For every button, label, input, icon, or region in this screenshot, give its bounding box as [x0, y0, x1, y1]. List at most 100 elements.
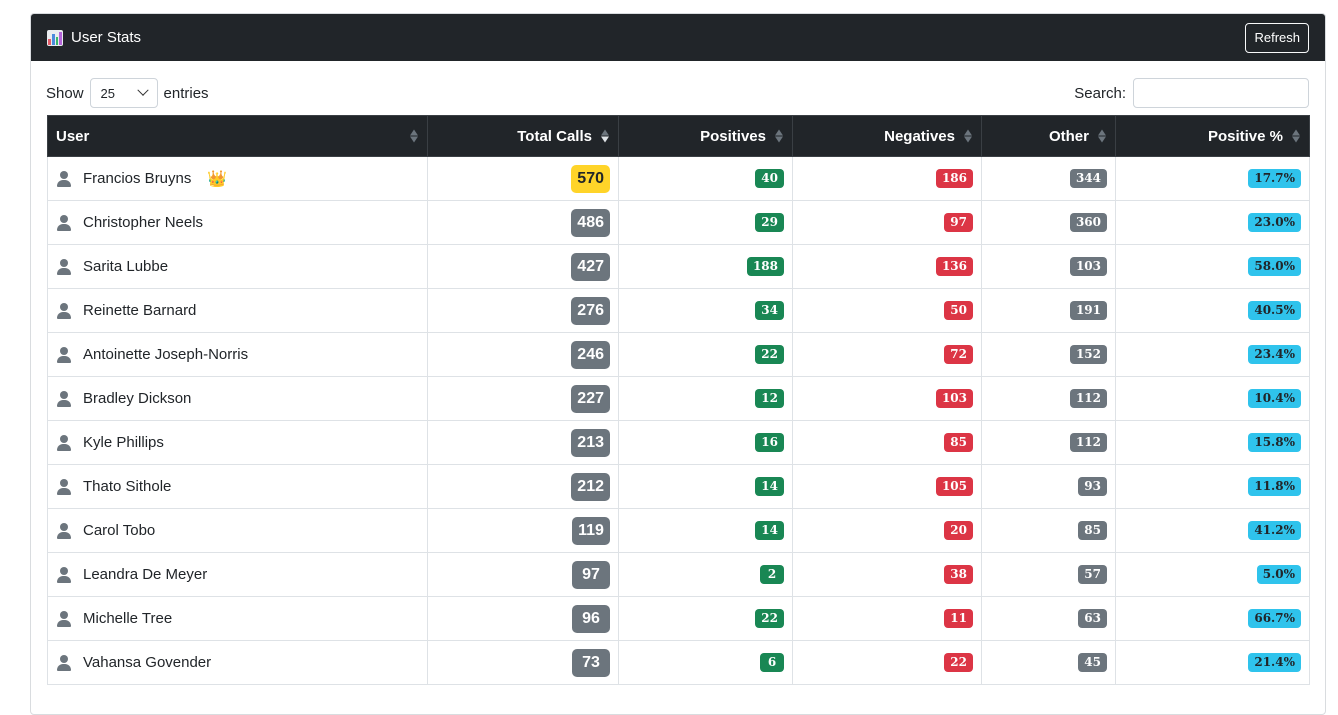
cell-user: Reinette Barnard — [47, 288, 428, 333]
search-input[interactable] — [1133, 78, 1309, 108]
positive-pct-badge: 11.8% — [1248, 477, 1301, 496]
person-icon — [57, 214, 71, 231]
user-name: Leandra De Meyer — [83, 566, 208, 583]
positive-pct-badge: 66.7% — [1248, 609, 1301, 628]
table-row: Michelle Tree 96 22 11 63 66.7% — [47, 596, 1310, 641]
person-icon — [57, 258, 71, 275]
user-cell: Francios Bruyns 👑 — [56, 169, 419, 189]
col-header-negatives[interactable]: Negatives — [792, 115, 982, 157]
table-toolbar: Show 25 entries Search: — [46, 77, 1309, 109]
chevron-down-icon — [136, 84, 149, 96]
col-header-total-calls[interactable]: Total Calls — [427, 115, 619, 157]
cell-positives: 22 — [618, 596, 793, 641]
user-stats-table: User Total Calls Positives Negatives Oth… — [47, 115, 1310, 685]
positive-pct-badge: 17.7% — [1248, 169, 1301, 188]
cell-user: Francios Bruyns 👑 — [47, 156, 428, 201]
card-title-wrap: User Stats — [47, 29, 141, 46]
cell-other: 360 — [981, 200, 1116, 245]
col-header-positive-pct[interactable]: Positive % — [1115, 115, 1310, 157]
cell-other: 191 — [981, 288, 1116, 333]
page-size-select[interactable]: 25 — [89, 78, 158, 108]
positives-badge: 16 — [755, 433, 784, 452]
user-cell: Thato Sithole — [56, 478, 419, 495]
cell-positive-pct: 66.7% — [1115, 596, 1310, 641]
cell-positives: 2 — [618, 552, 793, 597]
cell-user: Kyle Phillips — [47, 420, 428, 465]
table-row: Vahansa Govender 73 6 22 45 21.4% — [47, 640, 1310, 685]
cell-positive-pct: 10.4% — [1115, 376, 1310, 421]
cell-positives: 34 — [618, 288, 793, 333]
total-calls-badge: 427 — [571, 252, 610, 281]
negatives-badge: 103 — [935, 389, 973, 408]
cell-positives: 22 — [618, 332, 793, 377]
other-badge: 85 — [1078, 521, 1107, 540]
total-calls-badge: 119 — [572, 516, 610, 545]
cell-negatives: 50 — [792, 288, 982, 333]
person-icon — [57, 522, 71, 539]
col-header-positives[interactable]: Positives — [618, 115, 793, 157]
user-cell: Reinette Barnard — [56, 302, 419, 319]
user-name: Carol Tobo — [83, 522, 156, 539]
col-header-user[interactable]: User — [47, 115, 428, 157]
refresh-button[interactable]: Refresh — [1245, 22, 1309, 53]
cell-positives: 14 — [618, 464, 793, 509]
cell-user: Leandra De Meyer — [47, 552, 428, 597]
cell-negatives: 136 — [792, 244, 982, 289]
cell-positives: 14 — [618, 508, 793, 553]
positives-badge: 40 — [755, 169, 784, 188]
cell-total-calls: 486 — [427, 200, 619, 245]
crown-icon: 👑 — [207, 170, 228, 188]
total-calls-badge: 97 — [572, 560, 610, 589]
bar-chart-icon — [47, 29, 63, 46]
col-header-label: Other — [1048, 127, 1089, 145]
other-badge: 344 — [1069, 169, 1107, 188]
cell-negatives: 38 — [792, 552, 982, 597]
sort-icon — [1292, 129, 1300, 143]
user-name: Bradley Dickson — [83, 390, 192, 407]
cell-other: 112 — [981, 420, 1116, 465]
total-calls-badge: 246 — [571, 340, 610, 369]
cell-positives: 6 — [618, 640, 793, 685]
table-body: Francios Bruyns 👑 570 40 186 344 17.7% Christop… — [47, 156, 1310, 685]
positive-pct-badge: 40.5% — [1248, 301, 1301, 320]
total-calls-badge: 73 — [572, 648, 610, 677]
cell-other: 45 — [981, 640, 1116, 685]
positives-badge: 29 — [755, 213, 784, 232]
cell-user: Antoinette Joseph-Norris — [47, 332, 428, 377]
total-calls-badge: 212 — [571, 472, 610, 501]
cell-positive-pct: 23.4% — [1115, 332, 1310, 377]
col-header-other[interactable]: Other — [981, 115, 1116, 157]
sort-icon — [775, 129, 783, 143]
positive-pct-badge: 21.4% — [1248, 653, 1301, 672]
col-header-label: Negatives — [884, 127, 955, 145]
user-name: Christopher Neels — [83, 214, 204, 231]
cell-negatives: 72 — [792, 332, 982, 377]
col-header-label: Positive % — [1207, 127, 1283, 145]
positives-badge: 22 — [755, 345, 784, 364]
user-cell: Leandra De Meyer — [56, 566, 419, 583]
positive-pct-badge: 23.0% — [1248, 213, 1301, 232]
table-row: Leandra De Meyer 97 2 38 57 5.0% — [47, 552, 1310, 597]
positive-pct-badge: 15.8% — [1248, 433, 1301, 452]
positives-badge: 12 — [755, 389, 784, 408]
user-cell: Antoinette Joseph-Norris — [56, 346, 419, 363]
user-name: Reinette Barnard — [83, 302, 197, 319]
total-calls-badge: 96 — [572, 604, 610, 633]
person-icon — [57, 566, 71, 583]
cell-other: 63 — [981, 596, 1116, 641]
negatives-badge: 85 — [944, 433, 973, 452]
cell-negatives: 85 — [792, 420, 982, 465]
cell-total-calls: 96 — [427, 596, 619, 641]
negatives-badge: 11 — [944, 609, 973, 628]
cell-total-calls: 276 — [427, 288, 619, 333]
cell-total-calls: 427 — [427, 244, 619, 289]
user-name: Thato Sithole — [83, 478, 172, 495]
table-row: Bradley Dickson 227 12 103 112 10.4% — [47, 376, 1310, 421]
person-icon — [57, 170, 71, 187]
positives-badge: 34 — [755, 301, 784, 320]
cell-negatives: 97 — [792, 200, 982, 245]
negatives-badge: 72 — [944, 345, 973, 364]
cell-user: Thato Sithole — [47, 464, 428, 509]
total-calls-badge: 276 — [571, 296, 610, 325]
cell-other: 344 — [981, 156, 1116, 201]
